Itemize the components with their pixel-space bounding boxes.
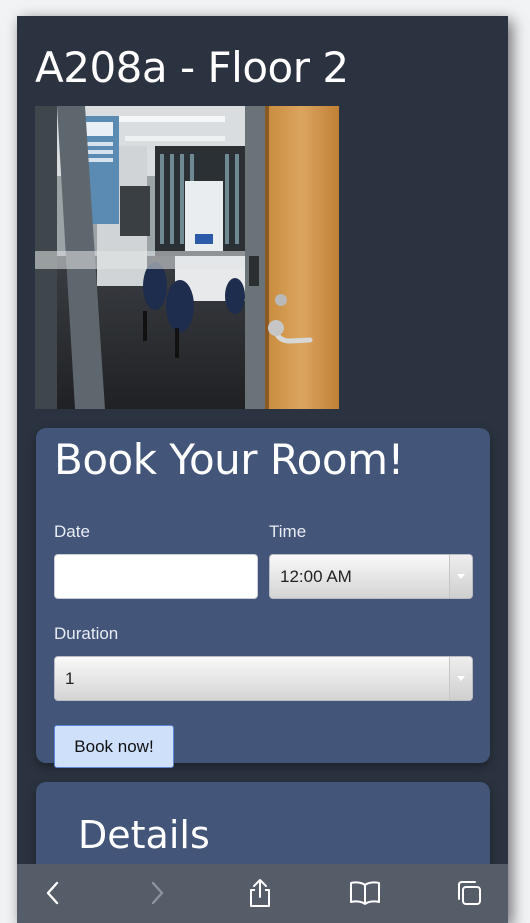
tabs-icon [458, 881, 481, 905]
chevron-right-icon [151, 881, 164, 905]
date-label: Date [54, 522, 90, 541]
share-button[interactable] [244, 878, 276, 908]
duration-select-value: 1 [65, 668, 75, 688]
book-icon [350, 881, 380, 905]
share-icon [250, 879, 270, 907]
booking-heading: Book Your Room! [54, 435, 404, 484]
duration-select[interactable]: 1 [54, 656, 473, 701]
booking-card: Book Your Room! Date Time 12:00 AM Durat… [36, 428, 490, 768]
book-now-button[interactable]: Book now! [54, 725, 174, 768]
page-title: A208a - Floor 2 [35, 43, 349, 92]
duration-label: Duration [54, 624, 119, 643]
time-label: Time [269, 522, 307, 541]
chevron-down-icon [449, 555, 472, 598]
browser-toolbar [17, 864, 508, 923]
tabs-button[interactable] [453, 878, 485, 908]
back-button[interactable] [37, 878, 69, 908]
room-photo [35, 106, 339, 409]
date-input[interactable] [54, 554, 258, 599]
chevron-left-icon [46, 881, 59, 905]
details-heading: Details [78, 813, 210, 857]
time-select[interactable]: 12:00 AM [269, 554, 473, 599]
browser-viewport: A208a - Floor 2 Book Your Room! Date Tim… [17, 16, 508, 923]
bookmarks-button[interactable] [349, 878, 381, 908]
time-select-value: 12:00 AM [280, 566, 352, 586]
forward-button[interactable] [141, 878, 173, 908]
chevron-down-icon [449, 657, 472, 700]
